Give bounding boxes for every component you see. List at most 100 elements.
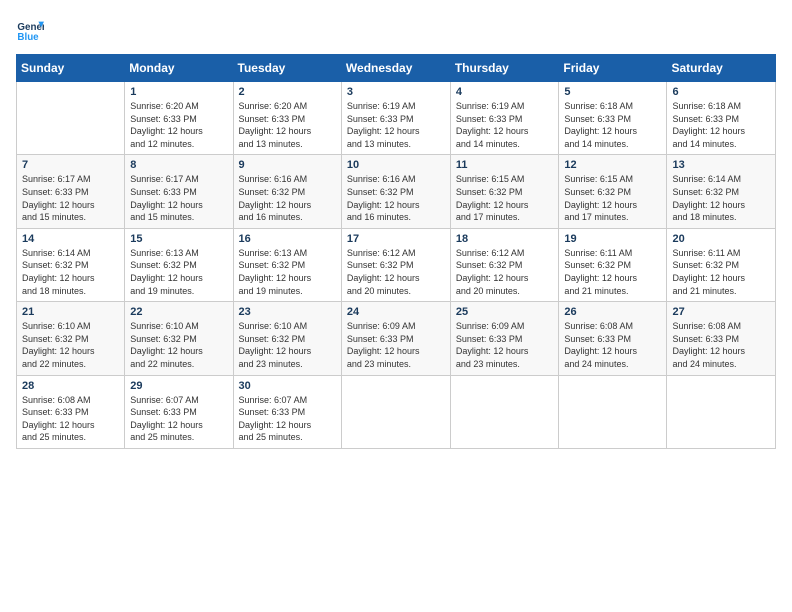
- weekday-header-sunday: Sunday: [17, 55, 125, 82]
- sun-info: Sunrise: 6:07 AM Sunset: 6:33 PM Dayligh…: [239, 394, 336, 444]
- sun-info: Sunrise: 6:08 AM Sunset: 6:33 PM Dayligh…: [564, 320, 661, 370]
- sun-info: Sunrise: 6:14 AM Sunset: 6:32 PM Dayligh…: [672, 173, 770, 223]
- calendar-cell: 27 Sunrise: 6:08 AM Sunset: 6:33 PM Dayli…: [667, 302, 776, 375]
- calendar-cell: 30Sunrise: 6:07 AM Sunset: 6:33 PM Dayli…: [233, 375, 341, 448]
- day-number: 4: [456, 86, 554, 98]
- day-number: 12: [564, 159, 661, 171]
- calendar-cell: 14 Sunrise: 6:14 AM Sunset: 6:32 PM Dayli…: [17, 228, 125, 301]
- day-number: 9: [239, 159, 336, 171]
- calendar-cell: 4 Sunrise: 6:19 AM Sunset: 6:33 PM Daylig…: [450, 82, 559, 155]
- day-number: 18: [456, 233, 554, 245]
- calendar-week-row: 28 Sunrise: 6:08 AM Sunset: 6:33 PM Dayli…: [17, 375, 776, 448]
- calendar-week-row: 14 Sunrise: 6:14 AM Sunset: 6:32 PM Dayli…: [17, 228, 776, 301]
- calendar-cell: 16 Sunrise: 6:13 AM Sunset: 6:32 PM Dayli…: [233, 228, 341, 301]
- sun-info: Sunrise: 6:08 AM Sunset: 6:33 PM Dayligh…: [22, 394, 119, 444]
- weekday-header-friday: Friday: [559, 55, 667, 82]
- sun-info: Sunrise: 6:13 AM Sunset: 6:32 PM Dayligh…: [239, 247, 336, 297]
- sun-info: Sunrise: 6:15 AM Sunset: 6:32 PM Dayligh…: [456, 173, 554, 223]
- sun-info: Sunrise: 6:10 AM Sunset: 6:32 PM Dayligh…: [239, 320, 336, 370]
- day-number: 22: [130, 306, 227, 318]
- page-header: General Blue: [16, 16, 776, 44]
- day-number: 6: [672, 86, 770, 98]
- calendar-week-row: 21Sunrise: 6:10 AM Sunset: 6:32 PM Dayli…: [17, 302, 776, 375]
- calendar-cell: 23 Sunrise: 6:10 AM Sunset: 6:32 PM Dayli…: [233, 302, 341, 375]
- calendar-cell: 29Sunrise: 6:07 AM Sunset: 6:33 PM Dayli…: [125, 375, 233, 448]
- calendar-cell: [17, 82, 125, 155]
- day-number: 5: [564, 86, 661, 98]
- sun-info: Sunrise: 6:19 AM Sunset: 6:33 PM Dayligh…: [456, 100, 554, 150]
- day-number: 7: [22, 159, 119, 171]
- day-number: 3: [347, 86, 445, 98]
- day-number: 28: [22, 380, 119, 392]
- sun-info: Sunrise: 6:16 AM Sunset: 6:32 PM Dayligh…: [239, 173, 336, 223]
- sun-info: Sunrise: 6:13 AM Sunset: 6:32 PM Dayligh…: [130, 247, 227, 297]
- day-number: 23: [239, 306, 336, 318]
- day-number: 2: [239, 86, 336, 98]
- day-number: 26: [564, 306, 661, 318]
- calendar-cell: 20 Sunrise: 6:11 AM Sunset: 6:32 PM Dayli…: [667, 228, 776, 301]
- calendar-cell: 19Sunrise: 6:11 AM Sunset: 6:32 PM Dayli…: [559, 228, 667, 301]
- weekday-header-monday: Monday: [125, 55, 233, 82]
- calendar-cell: [667, 375, 776, 448]
- calendar-cell: [559, 375, 667, 448]
- day-number: 27: [672, 306, 770, 318]
- sun-info: Sunrise: 6:14 AM Sunset: 6:32 PM Dayligh…: [22, 247, 119, 297]
- calendar-header-row: SundayMondayTuesdayWednesdayThursdayFrid…: [17, 55, 776, 82]
- calendar-cell: 25 Sunrise: 6:09 AM Sunset: 6:33 PM Dayli…: [450, 302, 559, 375]
- sun-info: Sunrise: 6:20 AM Sunset: 6:33 PM Dayligh…: [130, 100, 227, 150]
- calendar-cell: 12 Sunrise: 6:15 AM Sunset: 6:32 PM Dayli…: [559, 155, 667, 228]
- calendar-table: SundayMondayTuesdayWednesdayThursdayFrid…: [16, 54, 776, 449]
- sun-info: Sunrise: 6:17 AM Sunset: 6:33 PM Dayligh…: [22, 173, 119, 223]
- sun-info: Sunrise: 6:10 AM Sunset: 6:32 PM Dayligh…: [22, 320, 119, 370]
- calendar-cell: 18 Sunrise: 6:12 AM Sunset: 6:32 PM Dayli…: [450, 228, 559, 301]
- sun-info: Sunrise: 6:12 AM Sunset: 6:32 PM Dayligh…: [456, 247, 554, 297]
- sun-info: Sunrise: 6:09 AM Sunset: 6:33 PM Dayligh…: [347, 320, 445, 370]
- sun-info: Sunrise: 6:20 AM Sunset: 6:33 PM Dayligh…: [239, 100, 336, 150]
- calendar-cell: 2 Sunrise: 6:20 AM Sunset: 6:33 PM Daylig…: [233, 82, 341, 155]
- weekday-header-thursday: Thursday: [450, 55, 559, 82]
- day-number: 24: [347, 306, 445, 318]
- logo: General Blue: [16, 16, 48, 44]
- calendar-cell: 5 Sunrise: 6:18 AM Sunset: 6:33 PM Daylig…: [559, 82, 667, 155]
- calendar-cell: 3 Sunrise: 6:19 AM Sunset: 6:33 PM Daylig…: [341, 82, 450, 155]
- day-number: 8: [130, 159, 227, 171]
- calendar-cell: 17Sunrise: 6:12 AM Sunset: 6:32 PM Dayli…: [341, 228, 450, 301]
- sun-info: Sunrise: 6:08 AM Sunset: 6:33 PM Dayligh…: [672, 320, 770, 370]
- calendar-cell: 26 Sunrise: 6:08 AM Sunset: 6:33 PM Dayli…: [559, 302, 667, 375]
- weekday-header-tuesday: Tuesday: [233, 55, 341, 82]
- calendar-week-row: 1 Sunrise: 6:20 AM Sunset: 6:33 PM Daylig…: [17, 82, 776, 155]
- weekday-header-wednesday: Wednesday: [341, 55, 450, 82]
- day-number: 13: [672, 159, 770, 171]
- sun-info: Sunrise: 6:12 AM Sunset: 6:32 PM Dayligh…: [347, 247, 445, 297]
- day-number: 20: [672, 233, 770, 245]
- calendar-week-row: 7 Sunrise: 6:17 AM Sunset: 6:33 PM Daylig…: [17, 155, 776, 228]
- sun-info: Sunrise: 6:17 AM Sunset: 6:33 PM Dayligh…: [130, 173, 227, 223]
- day-number: 16: [239, 233, 336, 245]
- day-number: 1: [130, 86, 227, 98]
- calendar-cell: 15 Sunrise: 6:13 AM Sunset: 6:32 PM Dayli…: [125, 228, 233, 301]
- calendar-cell: 10 Sunrise: 6:16 AM Sunset: 6:32 PM Dayli…: [341, 155, 450, 228]
- weekday-header-saturday: Saturday: [667, 55, 776, 82]
- calendar-cell: 21Sunrise: 6:10 AM Sunset: 6:32 PM Dayli…: [17, 302, 125, 375]
- day-number: 29: [130, 380, 227, 392]
- calendar-cell: [341, 375, 450, 448]
- day-number: 25: [456, 306, 554, 318]
- day-number: 14: [22, 233, 119, 245]
- sun-info: Sunrise: 6:18 AM Sunset: 6:33 PM Dayligh…: [564, 100, 661, 150]
- svg-text:Blue: Blue: [17, 32, 39, 43]
- sun-info: Sunrise: 6:11 AM Sunset: 6:32 PM Dayligh…: [672, 247, 770, 297]
- day-number: 15: [130, 233, 227, 245]
- calendar-cell: [450, 375, 559, 448]
- calendar-cell: 1 Sunrise: 6:20 AM Sunset: 6:33 PM Daylig…: [125, 82, 233, 155]
- sun-info: Sunrise: 6:15 AM Sunset: 6:32 PM Dayligh…: [564, 173, 661, 223]
- sun-info: Sunrise: 6:09 AM Sunset: 6:33 PM Dayligh…: [456, 320, 554, 370]
- logo-icon: General Blue: [16, 16, 44, 44]
- calendar-cell: 24 Sunrise: 6:09 AM Sunset: 6:33 PM Dayli…: [341, 302, 450, 375]
- sun-info: Sunrise: 6:16 AM Sunset: 6:32 PM Dayligh…: [347, 173, 445, 223]
- calendar-cell: 6Sunrise: 6:18 AM Sunset: 6:33 PM Daylig…: [667, 82, 776, 155]
- calendar-cell: 9 Sunrise: 6:16 AM Sunset: 6:32 PM Daylig…: [233, 155, 341, 228]
- day-number: 10: [347, 159, 445, 171]
- sun-info: Sunrise: 6:19 AM Sunset: 6:33 PM Dayligh…: [347, 100, 445, 150]
- calendar-cell: 7 Sunrise: 6:17 AM Sunset: 6:33 PM Daylig…: [17, 155, 125, 228]
- calendar-cell: 13 Sunrise: 6:14 AM Sunset: 6:32 PM Dayli…: [667, 155, 776, 228]
